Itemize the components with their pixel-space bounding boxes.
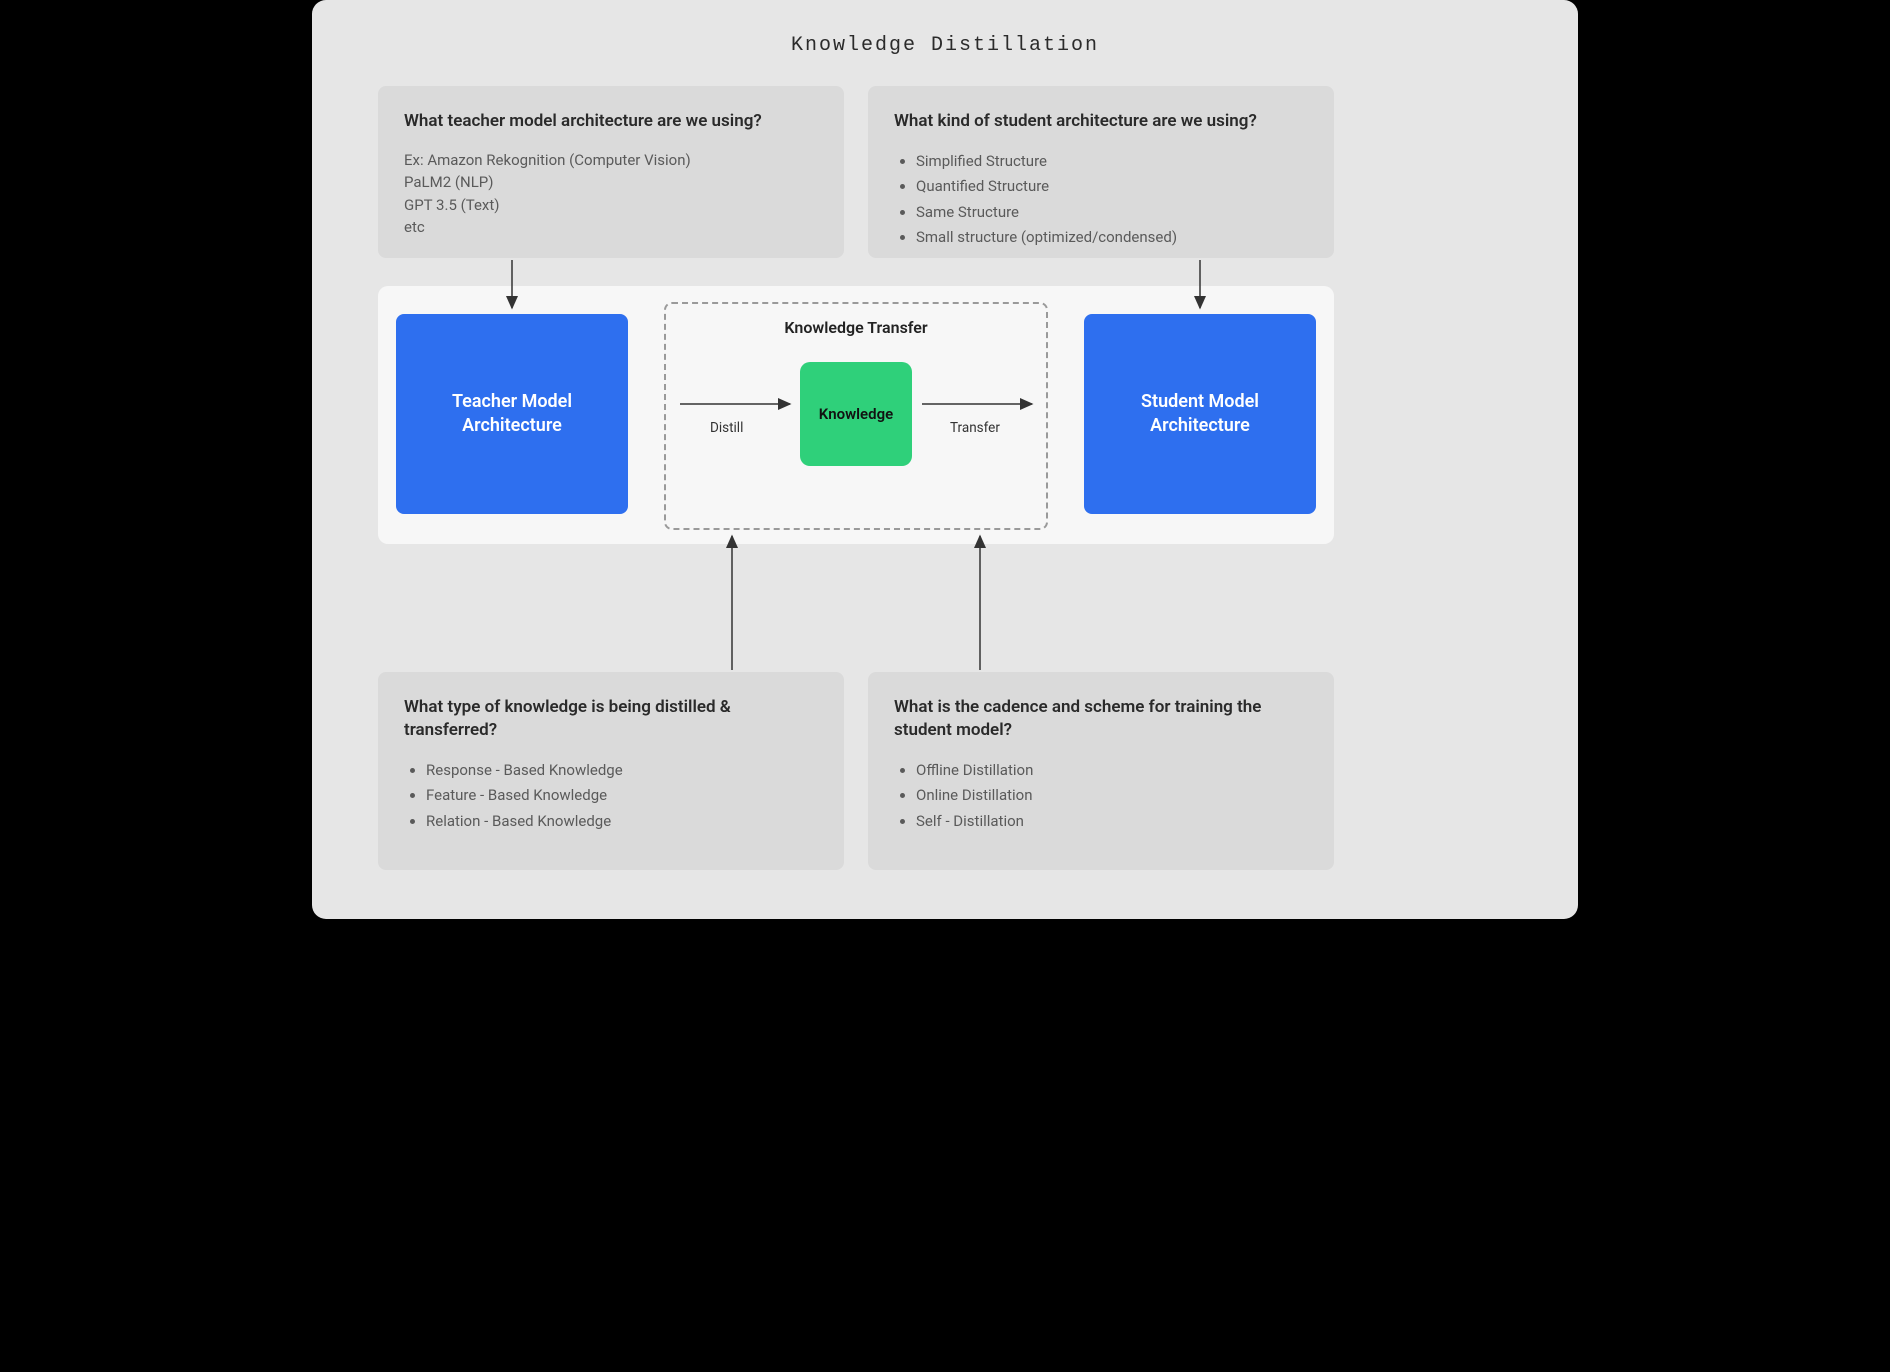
list-item: Quantified Structure (916, 174, 1308, 200)
card-training-scheme: What is the cadence and scheme for train… (868, 672, 1334, 870)
list-item: Feature - Based Knowledge (426, 783, 818, 809)
list-item: Relation - Based Knowledge (426, 809, 818, 835)
card-heading: What type of knowledge is being distille… (404, 696, 818, 742)
card-heading: What teacher model architecture are we u… (404, 110, 818, 133)
knowledge-transfer-heading: Knowledge Transfer (664, 318, 1048, 337)
teacher-model-box: Teacher Model Architecture (396, 314, 628, 514)
list-item: Response - Based Knowledge (426, 758, 818, 784)
card-line: etc (404, 216, 818, 239)
card-line: GPT 3.5 (Text) (404, 194, 818, 217)
card-list: Offline Distillation Online Distillation… (894, 758, 1308, 835)
card-line: Ex: Amazon Rekognition (Computer Vision) (404, 149, 818, 172)
list-item: Same Structure (916, 200, 1308, 226)
box-label: Knowledge (819, 405, 893, 423)
card-teacher-architecture: What teacher model architecture are we u… (378, 86, 844, 258)
card-student-architecture: What kind of student architecture are we… (868, 86, 1334, 258)
transfer-label: Transfer (950, 420, 1000, 436)
box-label: Student Model Architecture (1102, 390, 1298, 439)
list-item: Small structure (optimized/condensed) (916, 225, 1308, 251)
student-model-box: Student Model Architecture (1084, 314, 1316, 514)
card-list: Response - Based Knowledge Feature - Bas… (404, 758, 818, 835)
box-label: Teacher Model Architecture (414, 390, 610, 439)
distill-label: Distill (710, 420, 743, 436)
diagram-title: Knowledge Distillation (312, 34, 1578, 57)
card-heading: What kind of student architecture are we… (894, 110, 1308, 133)
diagram-canvas: Knowledge Distillation What teacher mode… (312, 0, 1578, 919)
list-item: Simplified Structure (916, 149, 1308, 175)
list-item: Online Distillation (916, 783, 1308, 809)
card-list: Simplified Structure Quantified Structur… (894, 149, 1308, 251)
card-line: PaLM2 (NLP) (404, 171, 818, 194)
list-item: Self - Distillation (916, 809, 1308, 835)
card-heading: What is the cadence and scheme for train… (894, 696, 1308, 742)
knowledge-box: Knowledge (800, 362, 912, 466)
card-knowledge-type: What type of knowledge is being distille… (378, 672, 844, 870)
list-item: Offline Distillation (916, 758, 1308, 784)
